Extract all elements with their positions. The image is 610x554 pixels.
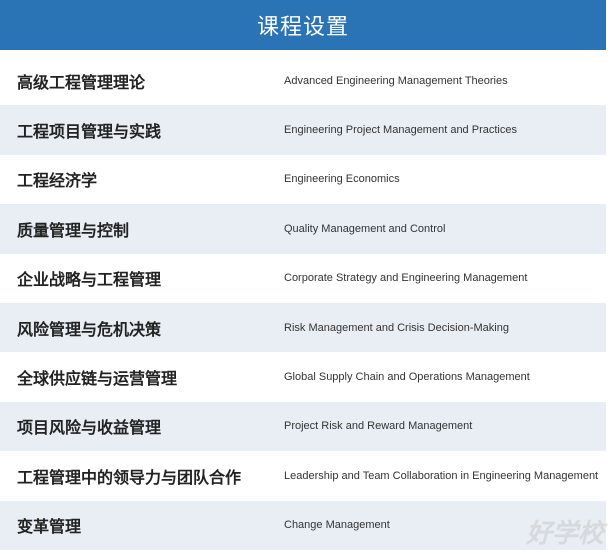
course-name-en: Quality Management and Control [284,222,446,235]
page-title-banner: 课程设置 [0,0,606,50]
course-name-cn: 企业战略与工程管理 [17,272,162,290]
course-name-cn: 工程项目管理与实践 [17,124,162,142]
course-row: 风险管理与危机决策 Risk Management and Crisis Dec… [0,302,606,353]
course-name-cn: 工程经济学 [17,173,98,191]
course-row: 全球供应链与运营管理 Global Supply Chain and Opera… [0,352,606,401]
course-name-en: Change Management [284,519,390,532]
course-name-cn: 工程管理中的领导力与团队合作 [17,469,242,487]
course-name-en: Project Risk and Reward Management [284,420,473,433]
course-name-en: Corporate Strategy and Engineering Manag… [284,272,528,285]
course-name-cn: 质量管理与控制 [17,222,130,240]
page-title: 课程设置 [256,14,349,39]
course-name-en: Global Supply Chain and Operations Manag… [284,371,530,384]
course-table: 高级工程管理理论 Advanced Engineering Management… [0,56,606,550]
course-name-en: Engineering Project Management and Pract… [284,124,517,137]
course-row: 工程经济学 Engineering Economics [0,155,606,204]
course-name-en: Risk Management and Crisis Decision-Maki… [284,321,509,334]
course-row: 工程管理中的领导力与团队合作 Leadership and Team Colla… [0,451,606,500]
course-name-en: Engineering Economics [284,173,400,186]
course-name-cn: 全球供应链与运营管理 [17,371,178,389]
course-name-en: Leadership and Team Collaboration in Eng… [284,469,599,482]
course-name-cn: 变革管理 [17,519,82,537]
course-name-en: Advanced Engineering Management Theories [284,74,508,87]
course-row: 工程项目管理与实践 Engineering Project Management… [0,105,606,155]
course-name-cn: 高级工程管理理论 [17,74,146,92]
course-row: 高级工程管理理论 Advanced Engineering Management… [0,56,606,105]
course-row: 企业战略与工程管理 Corporate Strategy and Enginee… [0,254,606,303]
course-name-cn: 风险管理与危机决策 [17,321,162,339]
course-row: 项目风险与收益管理 Project Risk and Reward Manage… [0,401,606,452]
header-divider [0,50,606,52]
course-row: 质量管理与控制 Quality Management and Control [0,204,606,254]
course-row: 变革管理 Change Management [0,500,606,550]
watermark-logo: 好学校 [525,518,604,548]
course-name-cn: 项目风险与收益管理 [17,420,162,438]
